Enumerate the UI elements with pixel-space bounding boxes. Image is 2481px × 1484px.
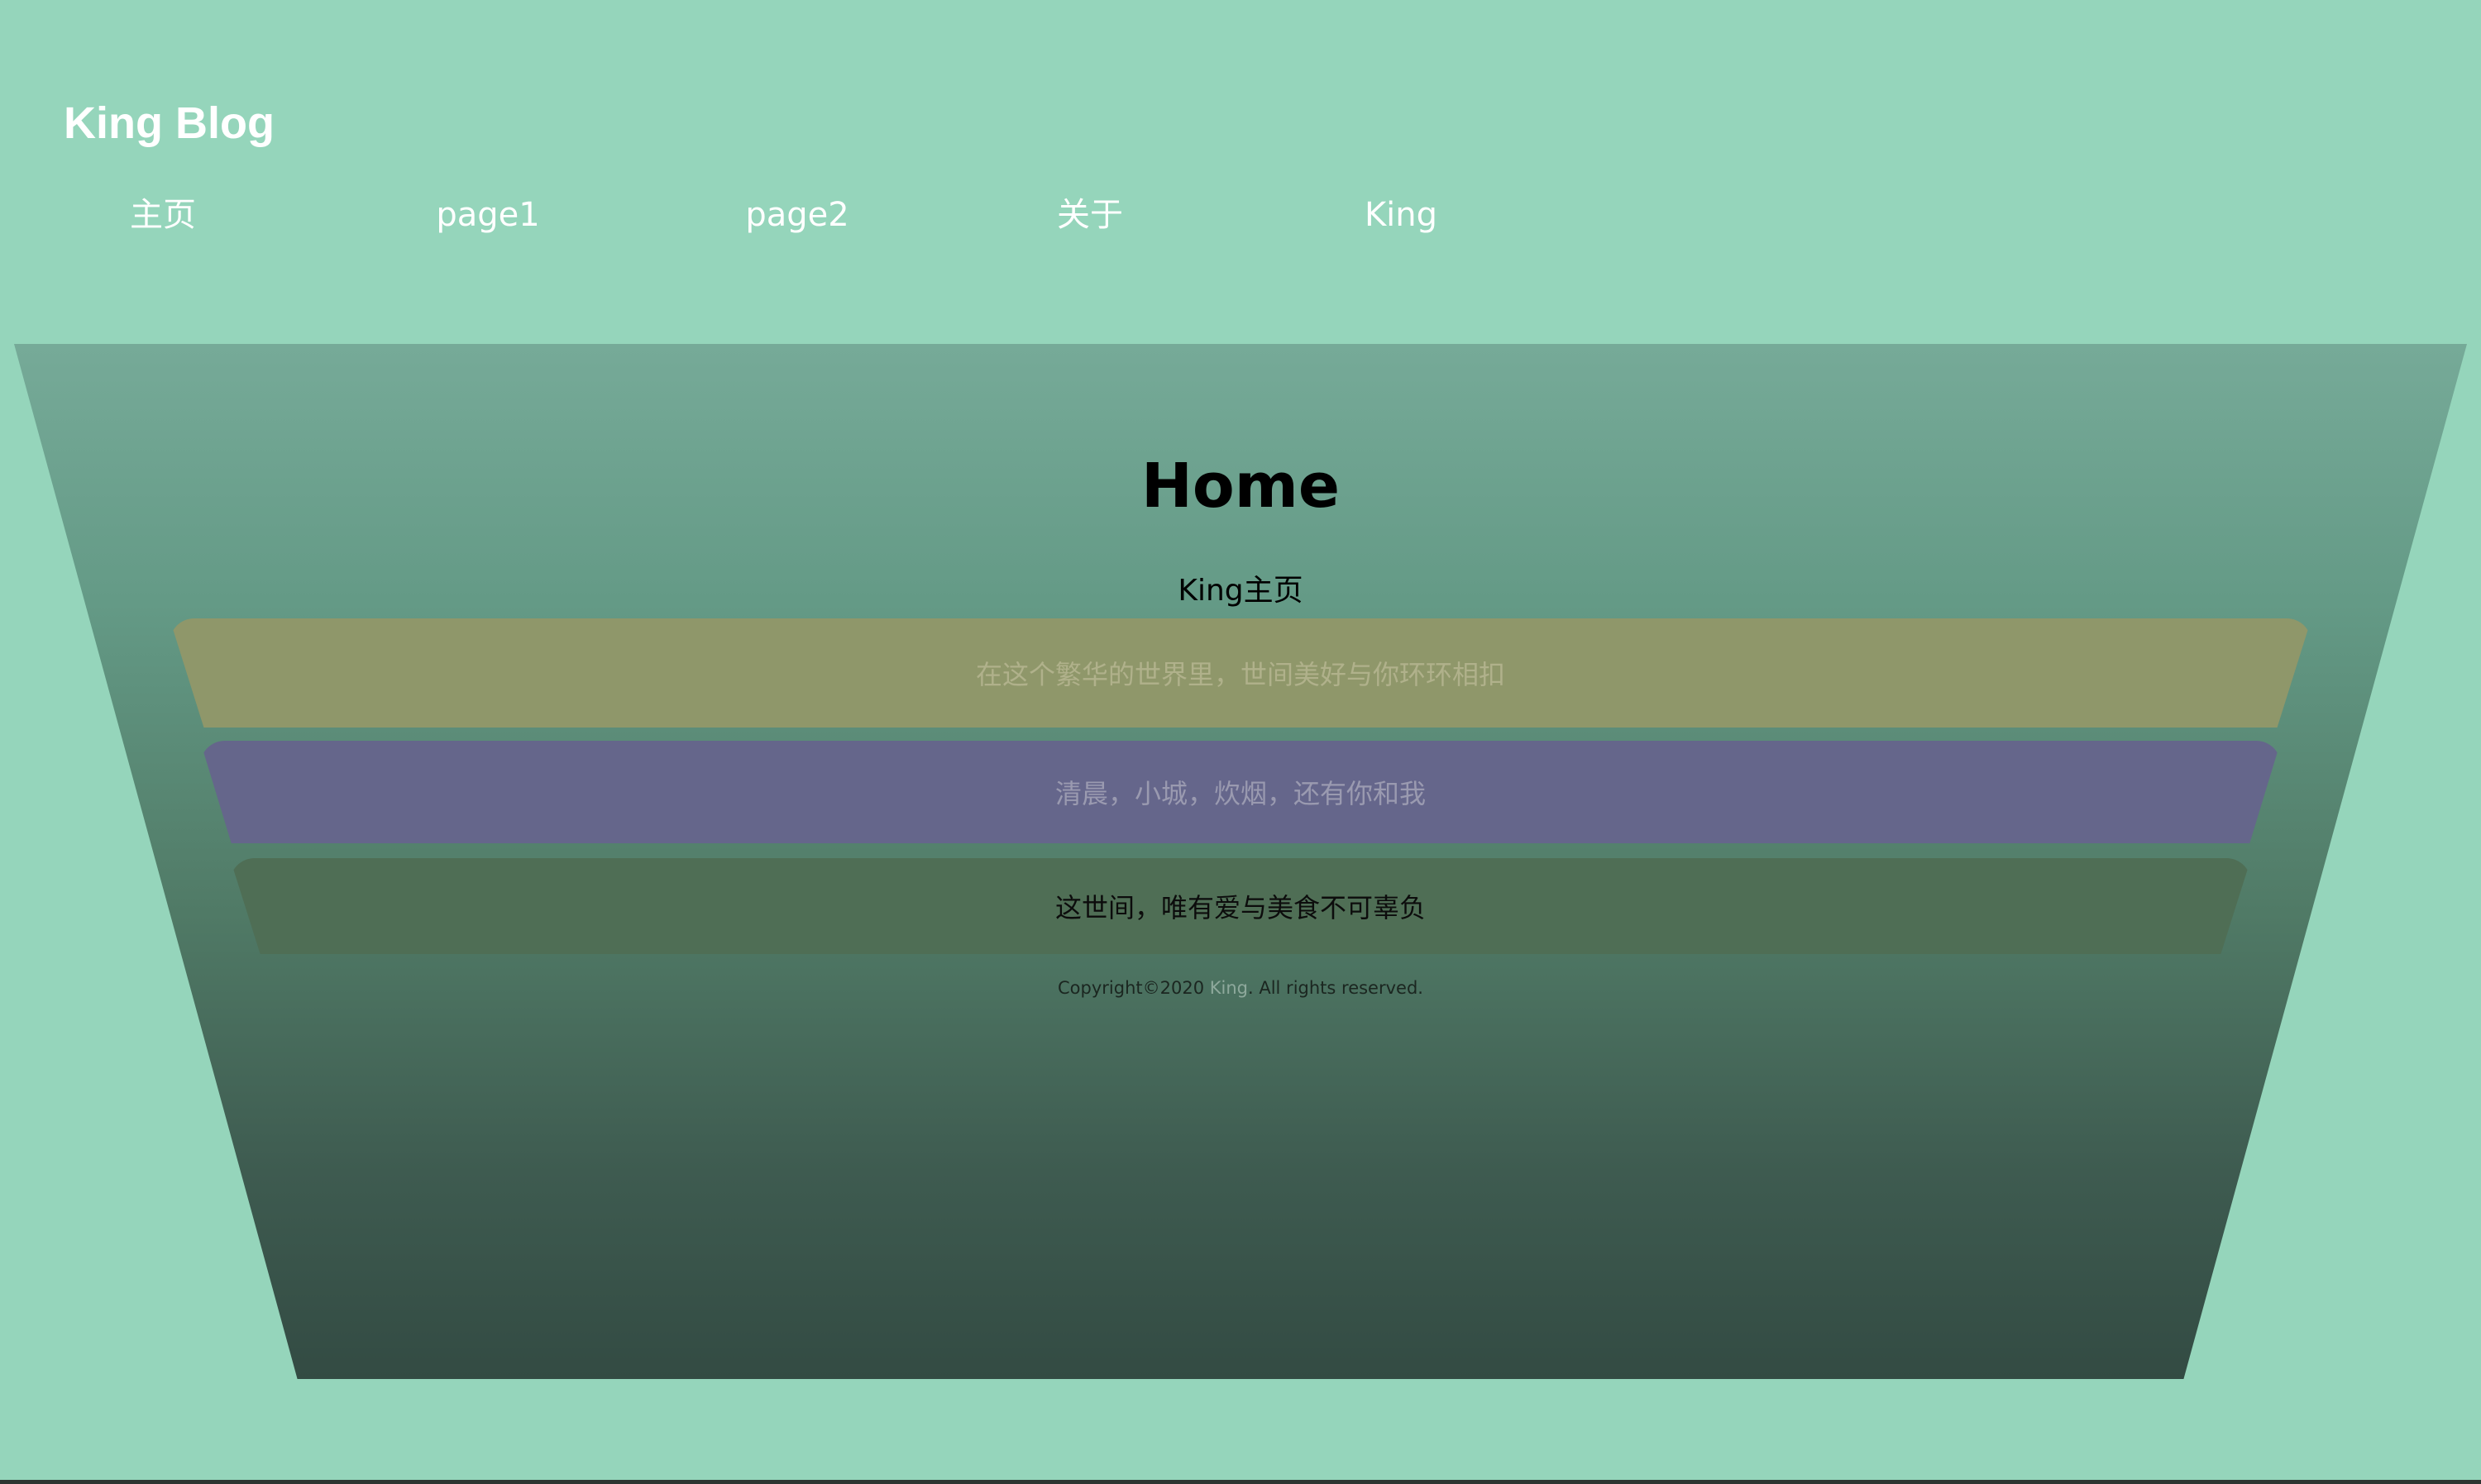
- quote-card-2-text: 清晨，小城，炊烟，还有你和我: [1054, 778, 1426, 809]
- copyright: Copyright©2020 King. All rights reserved…: [0, 978, 2481, 998]
- site-title[interactable]: King Blog: [64, 98, 275, 149]
- quote-card-3: 这世间，唯有爱与美食不可辜负: [230, 858, 2251, 954]
- bottom-divider: [0, 1480, 2481, 1484]
- nav-item-king[interactable]: King: [1365, 188, 1437, 241]
- quote-card-1-text: 在这个繁华的世界里，世间美好与你环环相扣: [975, 659, 1505, 690]
- quote-card-1: 在这个繁华的世界里，世间美好与你环环相扣: [170, 618, 2311, 728]
- main-nav: 主页 page1 page2 关于 King: [0, 188, 1571, 241]
- nav-item-about[interactable]: 关于: [1057, 188, 1123, 241]
- nav-item-page2[interactable]: page2: [745, 188, 849, 241]
- copyright-suffix: . All rights reserved.: [1248, 978, 1423, 998]
- copyright-prefix: Copyright©2020: [1058, 978, 1210, 998]
- page-subtitle: King主页: [1178, 574, 1303, 608]
- nav-item-page1[interactable]: page1: [436, 188, 539, 241]
- copyright-author-link[interactable]: King: [1210, 978, 1248, 998]
- nav-item-home[interactable]: 主页: [130, 188, 196, 241]
- quote-card-3-text: 这世间，唯有爱与美食不可辜负: [1054, 892, 1426, 923]
- page-title: Home: [1140, 451, 1341, 522]
- quote-card-2: 清晨，小城，炊烟，还有你和我: [200, 741, 2281, 843]
